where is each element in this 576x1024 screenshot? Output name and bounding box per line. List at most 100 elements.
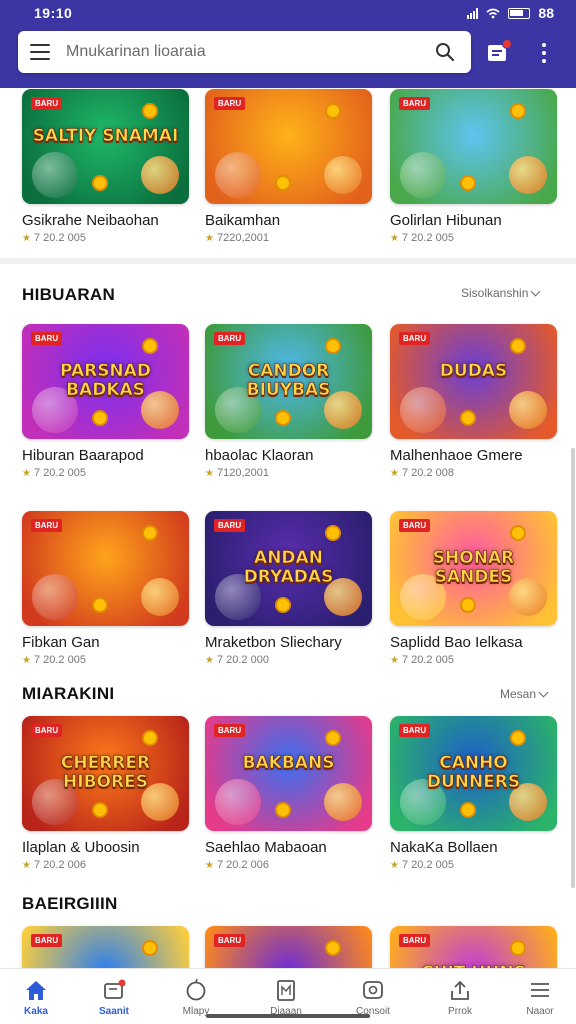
character-art xyxy=(32,574,78,620)
clock-icon xyxy=(186,979,206,1001)
new-badge: BARU xyxy=(31,519,63,532)
game-thumbnail[interactable]: BARU SALTIY SNAMAI xyxy=(22,89,189,204)
game-title[interactable]: Malhenhaoe Gmere xyxy=(390,447,557,464)
game-thumbnail[interactable]: BARU ANDAN DRYADAS xyxy=(205,511,372,626)
coin-icon xyxy=(92,597,108,613)
nav-label: Prrok xyxy=(448,1006,472,1017)
status-time: 19:10 xyxy=(34,5,73,21)
new-badge: BARU xyxy=(31,332,63,345)
game-thumbnail[interactable]: BARU xyxy=(205,89,372,204)
game-title[interactable]: Baikamhan xyxy=(205,212,372,229)
coin-icon xyxy=(275,410,291,426)
coin-icon xyxy=(275,597,291,613)
game-card[interactable]: BARU CHERRER HIBORES Ilaplan & Uboosin ★ 7 2… xyxy=(22,716,189,871)
game-thumbnail[interactable]: BARU CHERRER HIBORES xyxy=(22,716,189,831)
character-art xyxy=(324,156,362,194)
coin-icon xyxy=(325,940,341,956)
game-meta: ★ 7 20.2 005 xyxy=(390,232,557,244)
coin-icon xyxy=(92,175,108,191)
search-icon[interactable] xyxy=(435,42,455,62)
game-thumbnail[interactable]: BARU DUDAS xyxy=(390,324,557,439)
nav-item-share[interactable]: Prrok xyxy=(424,969,496,1024)
game-title[interactable]: Hiburan Baarapod xyxy=(22,447,189,464)
game-title[interactable]: hbaolac Klaoran xyxy=(205,447,372,464)
game-thumbnail[interactable]: BARU xyxy=(22,511,189,626)
nav-item-home[interactable]: Kaka xyxy=(0,969,72,1024)
game-rating-count: 7 20.2 000 xyxy=(216,654,269,666)
star-icon: ★ xyxy=(390,654,399,666)
new-badge: BARU xyxy=(31,97,63,110)
game-thumbnail[interactable]: BARU PARSNAD BADKAS xyxy=(22,324,189,439)
character-art xyxy=(400,152,446,198)
game-title[interactable]: Mraketbon Sliechary xyxy=(205,634,372,651)
new-badge: BARU xyxy=(399,97,431,110)
game-card[interactable]: BARU BAKBANS Saehlao Mabaoan ★ 7 20.2 006 xyxy=(205,716,372,871)
section-heading: HIBUARAN xyxy=(22,285,116,304)
scrollbar[interactable] xyxy=(571,448,575,888)
game-card[interactable]: BARU Baikamhan ★ 7220,2001 xyxy=(205,89,372,244)
game-title[interactable]: Saplidd Bao Ielkasa xyxy=(390,634,557,651)
see-all-link[interactable]: Mesan xyxy=(500,687,549,701)
game-meta: ★ 7 20.2 005 xyxy=(390,654,557,666)
game-rating-count: 7120,2001 xyxy=(216,467,269,479)
coin-icon xyxy=(142,338,158,354)
game-title[interactable]: Golirlan Hibunan xyxy=(390,212,557,229)
game-card[interactable]: BARU PARSNAD BADKAS Hiburan Baarapod ★ 7 20.… xyxy=(22,324,189,479)
game-card[interactable]: BARU SHONAR SANDES Saplidd Bao Ielkasa ★ 7 2… xyxy=(390,511,557,666)
game-meta: ★ 7 20.2 000 xyxy=(205,654,372,666)
game-title[interactable]: Saehlao Mabaoan xyxy=(205,839,372,856)
search-input[interactable] xyxy=(66,39,426,65)
game-thumbnail[interactable]: BARU SHONAR SANDES xyxy=(390,511,557,626)
more-options-icon[interactable] xyxy=(541,43,547,63)
game-logo-text: BAKBANS xyxy=(242,753,335,773)
star-icon: ★ xyxy=(390,467,399,479)
character-art xyxy=(32,152,78,198)
game-thumbnail[interactable]: BARU xyxy=(390,89,557,204)
see-all-link[interactable]: Sisolkanshin xyxy=(461,286,541,300)
game-thumbnail[interactable]: BARU CANHO DUNNERS xyxy=(390,716,557,831)
coin-icon xyxy=(275,802,291,818)
game-card[interactable]: BARU ANDAN DRYADAS Mraketbon Sliechary ★ 7 2… xyxy=(205,511,372,666)
game-card[interactable]: BARU CANHO DUNNERS NakaKa Bollaen ★ 7 20.2 0… xyxy=(390,716,557,871)
new-badge: BARU xyxy=(31,934,63,947)
star-icon: ★ xyxy=(390,859,399,871)
game-title[interactable]: NakaKa Bollaen xyxy=(390,839,557,856)
game-card[interactable]: BARU Golirlan Hibunan ★ 7 20.2 005 xyxy=(390,89,557,244)
game-card[interactable]: BARU CANDOR BIUYBAS hbaolac Klaoran ★ 7120,2… xyxy=(205,324,372,479)
game-title[interactable]: Ilaplan & Uboosin xyxy=(22,839,189,856)
menu-icon xyxy=(531,983,549,997)
game-card[interactable]: BARU Fibkan Gan ★ 7 20.2 005 xyxy=(22,511,189,666)
coin-icon xyxy=(325,103,341,119)
notification-icon[interactable] xyxy=(488,39,512,63)
game-thumbnail[interactable]: BARU BAKBANS xyxy=(205,716,372,831)
game-title[interactable]: Gsikrahe Neibaohan xyxy=(22,212,189,229)
nav-item-store[interactable]: Saanit xyxy=(78,969,150,1024)
battery-level: 88 xyxy=(538,5,554,21)
game-card[interactable]: BARU DUDAS Malhenhaoe Gmere ★ 7 20.2 008 xyxy=(390,324,557,479)
nav-label: Kaka xyxy=(24,1006,48,1017)
game-title[interactable]: Fibkan Gan xyxy=(22,634,189,651)
game-card[interactable]: BARU SALTIY SNAMAI Gsikrahe Neibaohan ★ 7 20… xyxy=(22,89,189,244)
character-art xyxy=(509,391,547,429)
game-thumbnail[interactable]: BARU CANDOR BIUYBAS xyxy=(205,324,372,439)
new-badge: BARU xyxy=(399,724,431,737)
game-logo-text: CHERRER HIBORES xyxy=(60,753,151,792)
game-rating-count: 7 20.2 005 xyxy=(401,859,454,871)
wifi-icon xyxy=(486,8,500,18)
game-meta: ★ 7120,2001 xyxy=(205,467,372,479)
new-badge: BARU xyxy=(399,934,431,947)
menu-icon[interactable] xyxy=(30,44,50,60)
chevron-down-icon xyxy=(530,286,541,296)
game-logo-text: DUDAS xyxy=(439,361,508,381)
nav-label: Naaor xyxy=(526,1006,554,1017)
coin-icon xyxy=(460,802,476,818)
game-logo-text: CANDOR BIUYBAS xyxy=(246,361,331,400)
star-icon: ★ xyxy=(205,654,214,666)
star-icon: ★ xyxy=(205,467,214,479)
nav-item-menu[interactable]: Naaor xyxy=(504,969,576,1024)
status-bar: 19:10 88 xyxy=(0,0,576,26)
section-heading: MIARAKINI xyxy=(22,684,115,703)
game-logo-text: SALTIY SNAMAI xyxy=(32,126,179,146)
coin-icon xyxy=(142,525,158,541)
game-logo-text: PARSNAD BADKAS xyxy=(60,361,151,400)
